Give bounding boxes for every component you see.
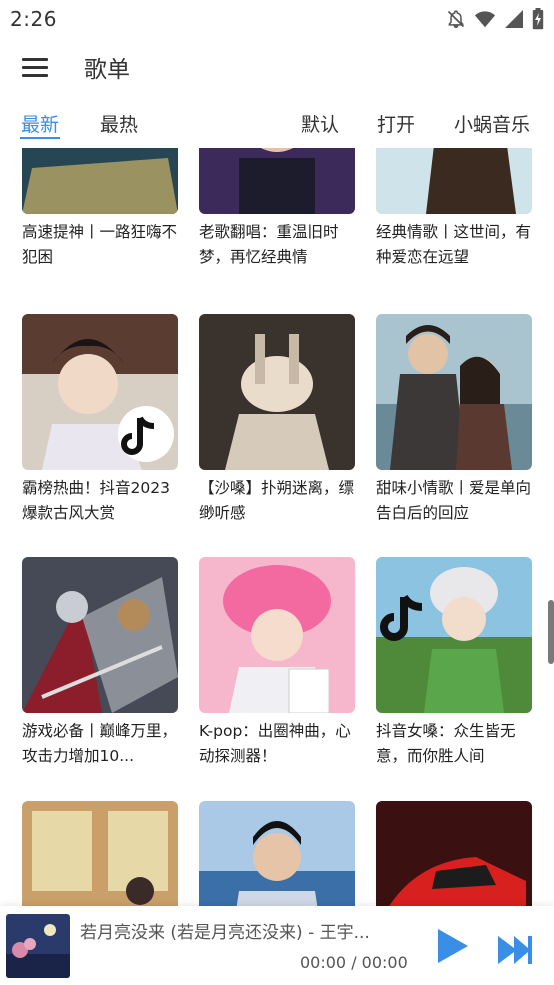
playlist-cover bbox=[199, 148, 355, 214]
wifi-icon bbox=[474, 11, 496, 28]
playlist-cover bbox=[376, 314, 532, 470]
playlist-card[interactable] bbox=[199, 801, 355, 908]
playlist-cover bbox=[22, 148, 178, 214]
playlist-card[interactable]: 老歌翻唱：重温旧时梦，再忆经典情 bbox=[199, 148, 355, 270]
playlist-cover bbox=[376, 148, 532, 214]
playlist-cover bbox=[199, 314, 355, 470]
playlist-card[interactable] bbox=[376, 801, 532, 908]
playlist-title: K-pop：出圈神曲，心动探测器！ bbox=[199, 722, 351, 765]
tab-xiaowo-music[interactable]: 小蜗音乐 bbox=[454, 110, 530, 137]
playlist-card[interactable]: 【沙嗓】扑朔迷离，缥缈听感 bbox=[199, 314, 355, 526]
status-bar: 2:26 bbox=[0, 0, 554, 38]
tab-latest[interactable]: 最新 bbox=[21, 110, 59, 137]
playlist-cover bbox=[22, 801, 178, 908]
tab-open[interactable]: 打开 bbox=[377, 110, 415, 137]
page-title: 歌单 bbox=[84, 57, 130, 83]
playlist-title: 霸榜热曲！抖音2023爆款古风大赏 bbox=[22, 479, 170, 522]
playlist-card[interactable]: 霸榜热曲！抖音2023爆款古风大赏 bbox=[22, 314, 178, 526]
skip-next-icon[interactable] bbox=[496, 930, 536, 970]
playlist-title: 甜味小情歌丨爱是单向告白后的回应 bbox=[376, 479, 532, 522]
playlist-card[interactable]: 经典情歌丨这世间，有种爱恋在远望 bbox=[376, 148, 532, 270]
playback-time: 00:00 / 00:00 bbox=[300, 953, 408, 972]
playlist-title: 经典情歌丨这世间，有种爱恋在远望 bbox=[376, 223, 532, 266]
playlist-cover bbox=[376, 801, 532, 908]
battery-charging-icon bbox=[532, 8, 544, 30]
notifications-off-icon bbox=[447, 10, 465, 29]
playlist-card[interactable] bbox=[22, 801, 178, 908]
playlist-cover bbox=[199, 557, 355, 713]
scrollbar-thumb[interactable] bbox=[548, 600, 554, 664]
playlist-cover bbox=[376, 557, 532, 713]
menu-button[interactable] bbox=[0, 38, 70, 96]
playlist-title: 老歌翻唱：重温旧时梦，再忆经典情 bbox=[199, 223, 339, 266]
playlist-cover bbox=[22, 557, 178, 713]
signal-icon bbox=[505, 10, 523, 28]
tab-bar: 最新 最热 默认 打开 小蜗音乐 bbox=[0, 100, 554, 144]
active-tab-indicator bbox=[20, 137, 60, 139]
playlist-title: 抖音女嗓：众生皆无意，而你胜人间 bbox=[376, 722, 516, 765]
now-playing-cover[interactable] bbox=[6, 914, 70, 978]
playlist-card[interactable]: 高速提神丨一路狂嗨不犯困 bbox=[22, 148, 178, 270]
playlist-title: 【沙嗓】扑朔迷离，缥缈听感 bbox=[199, 479, 355, 522]
play-icon[interactable] bbox=[432, 926, 472, 966]
playlist-card[interactable]: K-pop：出圈神曲，心动探测器！ bbox=[199, 557, 355, 769]
playlist-card[interactable]: 甜味小情歌丨爱是单向告白后的回应 bbox=[376, 314, 532, 526]
status-icons bbox=[446, 8, 544, 30]
playlist-card[interactable]: 抖音女嗓：众生皆无意，而你胜人间 bbox=[376, 557, 532, 769]
playlist-card[interactable]: 游戏必备丨巅峰万里，攻击力增加10... bbox=[22, 557, 178, 769]
playlist-cover bbox=[199, 801, 355, 908]
app-bar: 歌单 bbox=[0, 38, 554, 96]
tab-default[interactable]: 默认 bbox=[301, 110, 339, 137]
status-time: 2:26 bbox=[10, 7, 57, 31]
now-playing-title: 若月亮没来 (若是月亮还没来) - 王宇... bbox=[80, 923, 370, 943]
menu-icon bbox=[22, 58, 48, 77]
playlist-title: 游戏必备丨巅峰万里，攻击力增加10... bbox=[22, 722, 178, 765]
playlist-title: 高速提神丨一路狂嗨不犯困 bbox=[22, 223, 178, 266]
playlist-grid: 高速提神丨一路狂嗨不犯困 老歌翻唱：重温旧时梦，再忆经典情 经典情歌丨这世间，有… bbox=[0, 148, 554, 908]
playlist-cover bbox=[22, 314, 178, 470]
tab-hottest[interactable]: 最热 bbox=[100, 110, 138, 137]
mini-player[interactable]: 若月亮没来 (若是月亮还没来) - 王宇... 00:00 / 00:00 bbox=[0, 906, 554, 985]
